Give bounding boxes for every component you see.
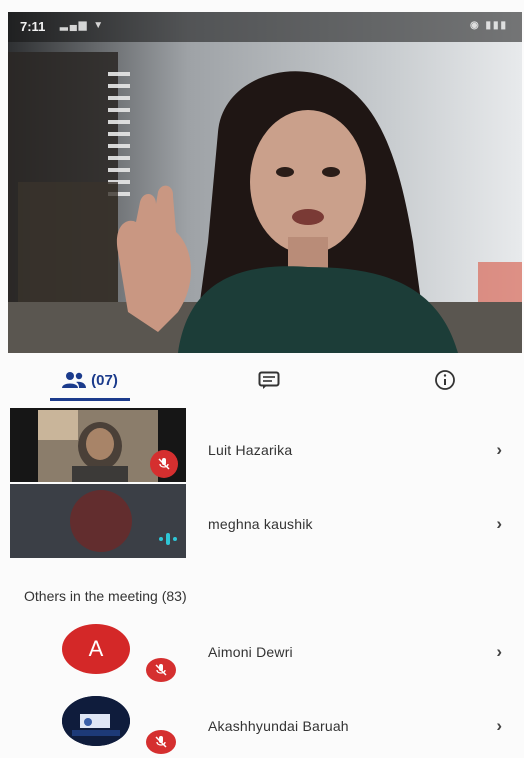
chevron-right-icon[interactable]: ›	[496, 514, 502, 534]
chevron-right-icon[interactable]: ›	[496, 642, 502, 662]
participant-name: Akashhyundai Baruah	[208, 718, 349, 734]
chevron-right-icon[interactable]: ›	[496, 716, 502, 736]
avatar	[62, 696, 130, 746]
participant-row[interactable]: Luit Hazarika ›	[0, 408, 524, 484]
tab-info[interactable]	[420, 358, 470, 402]
chevron-right-icon[interactable]: ›	[496, 440, 502, 460]
tab-active-indicator	[50, 398, 130, 401]
mic-off-icon	[146, 658, 176, 682]
participant-row[interactable]: A Aimoni Dewri ›	[0, 620, 524, 688]
speaking-icon	[158, 530, 178, 548]
participant-thumbnail	[10, 484, 186, 558]
mic-off-icon	[150, 450, 178, 478]
participant-thumbnail	[10, 408, 186, 482]
participant-name: Aimoni Dewri	[208, 644, 293, 660]
info-icon	[435, 370, 455, 390]
speaker-video-frame	[8, 12, 522, 353]
main-video[interactable]: 7:11 ▂▄▆ ▼ ◉ ▮▮▮	[8, 12, 522, 353]
participant-name: meghna kaushik	[208, 516, 313, 532]
meeting-tabs: (07)	[0, 358, 524, 404]
others-section-title: Others in the meeting (83)	[24, 588, 187, 604]
chat-icon	[258, 371, 280, 389]
tab-people[interactable]: (07)	[46, 358, 134, 402]
people-count: (07)	[91, 371, 118, 389]
status-time: 7:11	[20, 19, 46, 34]
people-icon	[62, 372, 87, 388]
avatar-photo-icon	[62, 696, 130, 746]
signal-icon: ▂▄▆ ▼	[60, 20, 106, 31]
battery-icon: ◉ ▮▮▮	[469, 20, 508, 31]
participant-name: Luit Hazarika	[208, 442, 293, 458]
avatar	[70, 490, 132, 552]
avatar-initial: A	[88, 636, 104, 661]
tab-chat[interactable]	[244, 358, 294, 402]
avatar: A	[62, 624, 130, 674]
participant-row[interactable]: meghna kaushik ›	[0, 484, 524, 560]
participant-row[interactable]: Akashhyundai Baruah ›	[0, 694, 524, 758]
status-bar: 7:11 ▂▄▆ ▼ ◉ ▮▮▮	[8, 12, 522, 42]
mic-off-icon	[146, 730, 176, 754]
